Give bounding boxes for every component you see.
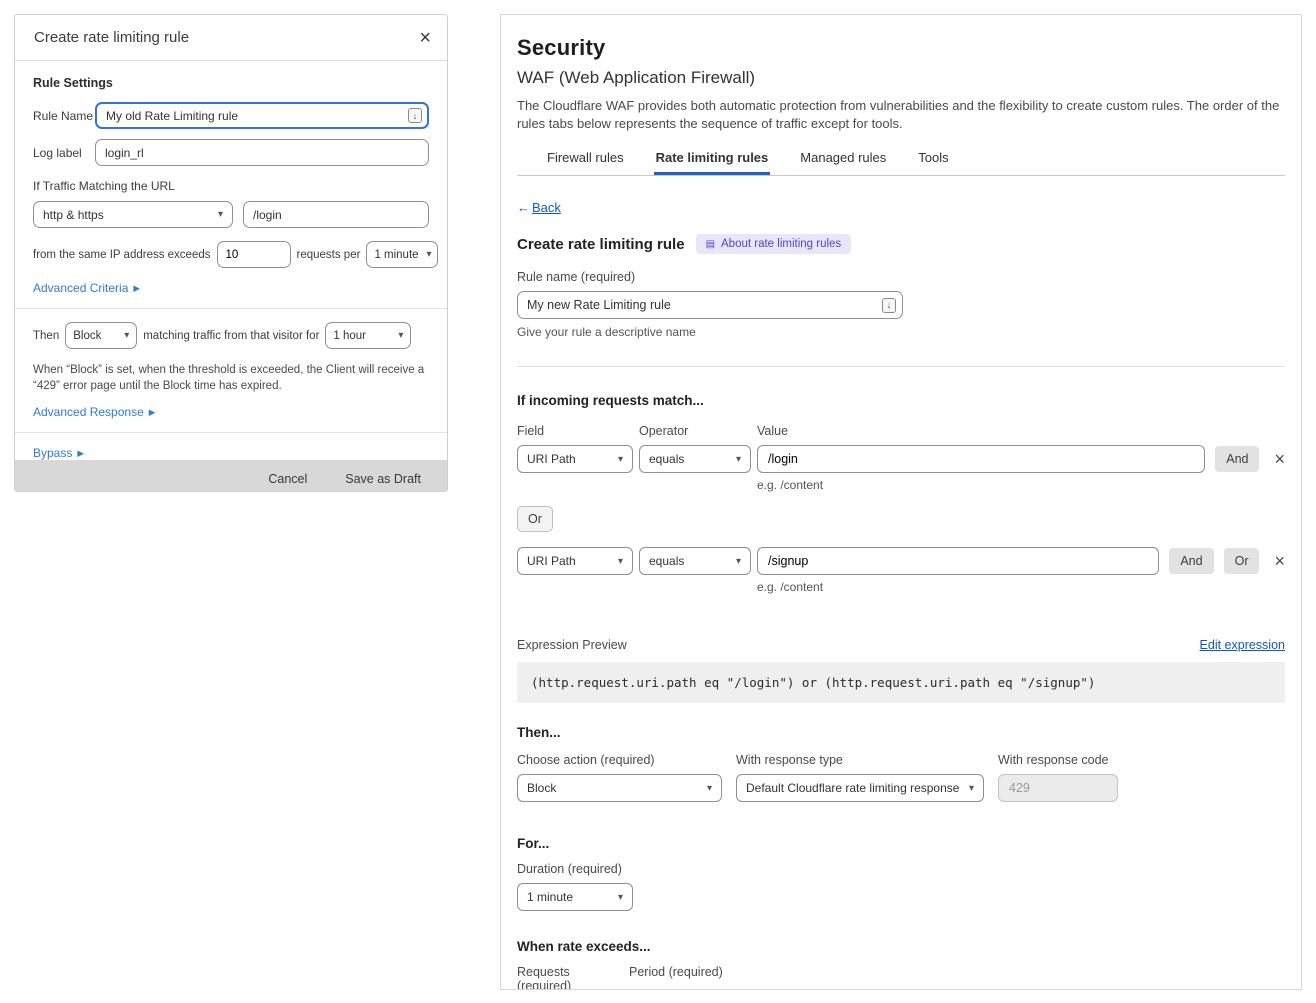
- expression-preview-code: (http.request.uri.path eq "/login") or (…: [517, 662, 1285, 703]
- period-label: Period (required): [629, 965, 723, 990]
- chevron-down-icon: ▾: [398, 330, 403, 341]
- rule-name-input[interactable]: [95, 102, 429, 129]
- operator-select[interactable]: equals ▾: [639, 445, 751, 473]
- value-column-label: Value: [757, 424, 788, 438]
- expand-arrow-icon: ▶: [133, 283, 140, 294]
- form-title: Create rate limiting rule: [517, 236, 685, 253]
- url-pattern-input[interactable]: [243, 201, 429, 228]
- page-title: Security: [517, 35, 1285, 61]
- dialog-title: Create rate limiting rule: [34, 29, 189, 46]
- chevron-down-icon: ▾: [618, 892, 623, 903]
- condition-row: URI Path ▾ equals ▾ And ×: [517, 445, 1285, 473]
- dialog-body: Rule Settings Rule Name ↓ Log label If T…: [15, 61, 447, 460]
- waf-description: The Cloudflare WAF provides both automat…: [517, 97, 1285, 133]
- divider: [15, 432, 447, 433]
- rule-name-label: Rule Name: [33, 109, 95, 123]
- advanced-response-link[interactable]: Advanced Response ▶: [33, 405, 155, 419]
- save-as-draft-button[interactable]: Save as Draft: [345, 472, 421, 486]
- duration-label: Duration (required): [517, 862, 1285, 876]
- expand-arrow-icon: ▶: [149, 407, 156, 418]
- action-select[interactable]: Block ▾: [65, 322, 137, 349]
- requests-label: Requests (required): [517, 965, 621, 990]
- period-select[interactable]: 1 minute ▾: [366, 241, 438, 268]
- field-select[interactable]: URI Path ▾: [517, 547, 633, 575]
- or-connector-button[interactable]: Or: [517, 506, 553, 532]
- bypass-link[interactable]: Bypass ▶: [33, 446, 84, 460]
- expression-preview-label: Expression Preview: [517, 638, 627, 652]
- remove-condition-icon[interactable]: ×: [1274, 450, 1285, 468]
- or-button[interactable]: Or: [1224, 548, 1260, 574]
- then-mid-text: matching traffic from that visitor for: [143, 330, 319, 342]
- tab-tools[interactable]: Tools: [916, 150, 950, 175]
- value-input[interactable]: [757, 547, 1159, 575]
- rule-name-label: Rule name (required): [517, 270, 1285, 284]
- legacy-rate-limit-dialog: Create rate limiting rule × Rule Setting…: [14, 14, 448, 492]
- block-duration-select[interactable]: 1 hour ▾: [325, 322, 411, 349]
- operator-column-label: Operator: [639, 424, 751, 438]
- back-arrow-icon: ←: [517, 200, 530, 215]
- tab-rate-limiting-rules[interactable]: Rate limiting rules: [654, 150, 771, 175]
- duration-select[interactable]: 1 minute ▾: [517, 883, 633, 911]
- waf-panel: Security WAF (Web Application Firewall) …: [500, 14, 1302, 990]
- rule-name-input[interactable]: [517, 291, 903, 319]
- cancel-button[interactable]: Cancel: [268, 472, 307, 486]
- divider: [517, 366, 1285, 367]
- rate-section-heading: When rate exceeds...: [517, 939, 1285, 954]
- field-column-label: Field: [517, 424, 633, 438]
- and-button[interactable]: And: [1169, 548, 1213, 574]
- close-icon[interactable]: ×: [419, 28, 431, 48]
- page-subtitle: WAF (Web Application Firewall): [517, 68, 1285, 88]
- log-label-input[interactable]: [95, 139, 429, 166]
- for-section-heading: For...: [517, 836, 1285, 851]
- requests-threshold-input[interactable]: [217, 241, 291, 268]
- match-section-heading: If incoming requests match...: [517, 393, 1285, 408]
- chevron-down-icon: ▾: [707, 783, 712, 794]
- exceeds-prefix-text: from the same IP address exceeds: [33, 249, 211, 261]
- dialog-header: Create rate limiting rule ×: [15, 15, 447, 61]
- chevron-down-icon: ▾: [618, 454, 623, 465]
- block-note-text: When “Block” is set, when the threshold …: [33, 362, 429, 394]
- chevron-down-icon: ▾: [427, 249, 432, 260]
- waf-tabs: Firewall rules Rate limiting rules Manag…: [517, 150, 1285, 176]
- chevron-down-icon: ▾: [218, 209, 223, 220]
- traffic-match-label: If Traffic Matching the URL: [33, 179, 429, 193]
- divider: [15, 308, 447, 309]
- scheme-select[interactable]: http & https ▾: [33, 201, 233, 228]
- chevron-down-icon: ▾: [969, 783, 974, 794]
- chevron-down-icon: ▾: [124, 330, 129, 341]
- value-hint: e.g. /content: [757, 580, 1285, 594]
- remove-condition-icon[interactable]: ×: [1274, 552, 1285, 570]
- rule-settings-heading: Rule Settings: [33, 76, 429, 90]
- response-type-select[interactable]: Default Cloudflare rate limiting respons…: [736, 774, 984, 802]
- rule-name-hint: Give your rule a descriptive name: [517, 325, 1285, 339]
- chevron-down-icon: ▾: [618, 556, 623, 567]
- value-input[interactable]: [757, 445, 1205, 473]
- chevron-down-icon: ▾: [736, 556, 741, 567]
- then-section-heading: Then...: [517, 725, 1285, 740]
- operator-select[interactable]: equals ▾: [639, 547, 751, 575]
- doc-icon: ▤: [706, 239, 715, 250]
- edit-expression-link[interactable]: Edit expression: [1200, 638, 1285, 652]
- expand-arrow-icon: ▶: [77, 448, 84, 459]
- condition-row: URI Path ▾ equals ▾ And Or ×: [517, 547, 1285, 575]
- tab-firewall-rules[interactable]: Firewall rules: [545, 150, 626, 175]
- chevron-down-icon: ▾: [736, 454, 741, 465]
- exceeds-mid-text: requests per: [297, 249, 361, 261]
- log-label-label: Log label: [33, 146, 95, 160]
- and-button[interactable]: And: [1215, 446, 1259, 472]
- about-rate-limiting-badge[interactable]: ▤ About rate limiting rules: [696, 234, 852, 254]
- field-select[interactable]: URI Path ▾: [517, 445, 633, 473]
- choose-action-label: Choose action (required): [517, 753, 722, 767]
- choose-action-select[interactable]: Block ▾: [517, 774, 722, 802]
- response-code-label: With response code: [998, 753, 1108, 767]
- value-hint: e.g. /content: [757, 478, 1285, 492]
- advanced-criteria-link[interactable]: Advanced Criteria ▶: [33, 281, 140, 295]
- back-link[interactable]: ← Back: [517, 200, 561, 215]
- then-label: Then: [33, 330, 59, 342]
- dialog-footer: Cancel Save as Draft: [15, 460, 447, 492]
- response-code-input: [998, 774, 1118, 802]
- response-type-label: With response type: [736, 753, 984, 767]
- tab-managed-rules[interactable]: Managed rules: [798, 150, 888, 175]
